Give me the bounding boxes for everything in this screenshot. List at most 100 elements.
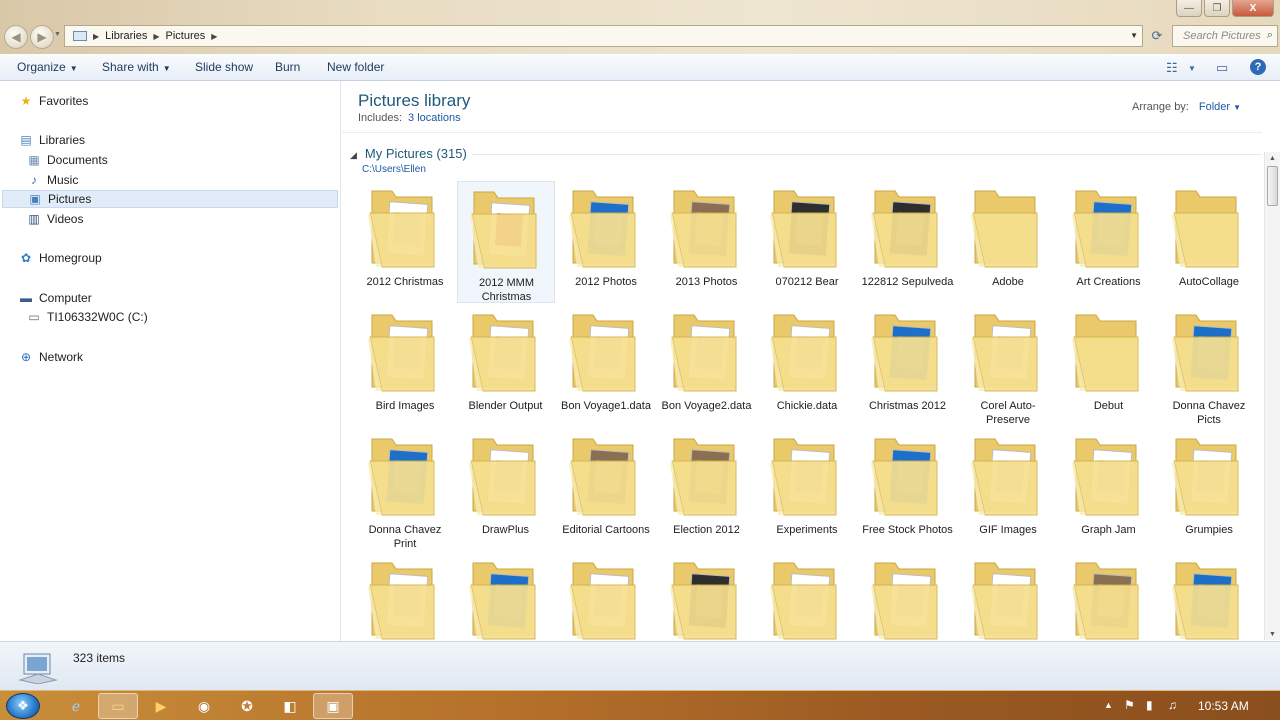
organize-label: Organize [17, 60, 66, 74]
breadcrumb-pictures[interactable]: Pictures [166, 30, 206, 42]
group-header[interactable]: ◢ My Pictures (315) [350, 146, 467, 161]
close-button[interactable]: X [1232, 0, 1274, 17]
folder-item[interactable]: Bon Voyage2.data [658, 305, 756, 427]
folder-icon [770, 314, 837, 392]
folder-item[interactable]: Blender Output [457, 305, 555, 427]
library-includes: Includes: 3 locations [358, 112, 461, 124]
show-hidden-icons-icon[interactable]: ▲ [1104, 700, 1113, 710]
nav-network[interactable]: ⊕ Network [18, 348, 83, 366]
view-dropdown-icon[interactable]: ▼ [1188, 64, 1196, 73]
clock[interactable]: 10:53 AM [1198, 699, 1249, 713]
forward-button[interactable]: ▶ [30, 25, 54, 49]
folder-item[interactable]: 2012 Christmas [356, 181, 454, 303]
folder-item[interactable]: DrawPlus [457, 429, 555, 551]
folder-label: Free Stock Photos [862, 524, 953, 536]
address-dropdown-icon[interactable]: ▼ [1130, 31, 1138, 40]
folder-label: Bon Voyage1.data [561, 400, 651, 412]
documents-icon: ▦ [28, 153, 40, 167]
folder-item[interactable]: 2013 Photos [658, 181, 756, 303]
preview-pane-icon[interactable]: ▭ [1216, 60, 1228, 76]
folder-item[interactable]: Bird Images [356, 305, 454, 427]
breadcrumb-separator[interactable]: ▶ [93, 32, 99, 41]
refresh-icon[interactable]: ⟳ [1146, 25, 1168, 47]
share-with-button[interactable]: Share with ▼ [102, 60, 171, 74]
breadcrumb-separator[interactable]: ▶ [211, 32, 217, 41]
folder-item[interactable]: 122812 Sepulveda [859, 181, 957, 303]
folder-label: Bird Images [375, 400, 435, 412]
action-center-icon[interactable]: ⚑ [1124, 698, 1135, 712]
chrome-icon[interactable]: ◉ [184, 693, 224, 719]
maximize-button[interactable]: ❐ [1204, 0, 1230, 17]
folder-item[interactable]: Debut [1060, 305, 1158, 427]
internet-explorer-icon[interactable]: ℯ [56, 693, 96, 719]
folder-item[interactable]: GIF Images [959, 429, 1057, 551]
minimize-button[interactable]: — [1176, 0, 1202, 17]
folder-item[interactable]: Adobe [959, 181, 1057, 303]
folder-item[interactable]: Art Creations [1060, 181, 1158, 303]
taskbar: ❖ ℯ ▭ ▶ ◉ ✪ ◧ ▣ ▲ ⚑ ▮ ♫ 10:53 AM [0, 690, 1280, 720]
view-options-icon[interactable]: ☷ [1166, 60, 1178, 76]
search-input[interactable]: Search Pictures ⌕ [1172, 25, 1278, 47]
network-status-icon[interactable]: ▮ [1146, 698, 1153, 712]
homegroup-icon: ✿ [20, 251, 32, 265]
folder-item[interactable]: Donna Chavez Print [356, 429, 454, 551]
slide-show-button[interactable]: Slide show [195, 60, 253, 74]
folder-icon [368, 562, 435, 640]
nav-libraries[interactable]: ▤ Libraries [18, 131, 85, 149]
nav-videos[interactable]: ▥ Videos [26, 210, 83, 228]
folder-item[interactable]: Free Stock Photos [859, 429, 957, 551]
new-folder-button[interactable]: New folder [327, 60, 384, 74]
folder-icon [669, 190, 736, 268]
nav-libraries-label: Libraries [39, 133, 86, 147]
breadcrumb-separator[interactable]: ▶ [153, 32, 159, 41]
help-icon[interactable]: ? [1250, 59, 1266, 75]
collapse-icon[interactable]: ◢ [350, 150, 357, 160]
folder-icon [770, 438, 837, 516]
folder-item[interactable]: Experiments [758, 429, 856, 551]
folder-item[interactable]: 2012 Photos [557, 181, 655, 303]
burn-button[interactable]: Burn [275, 60, 300, 74]
volume-icon[interactable]: ♫ [1168, 698, 1177, 712]
folder-item[interactable]: Christmas 2012 [859, 305, 957, 427]
scroll-up-icon[interactable]: ▲ [1269, 155, 1276, 162]
nav-computer[interactable]: ▬ Computer [18, 289, 92, 307]
locations-link[interactable]: 3 locations [408, 112, 461, 124]
start-button[interactable]: ❖ [6, 693, 40, 719]
folder-item[interactable]: Corel Auto-Preserve [959, 305, 1057, 427]
media-player-icon[interactable]: ▶ [141, 693, 181, 719]
folder-item[interactable]: 070212 Bear [758, 181, 856, 303]
videos-icon: ▥ [28, 212, 40, 226]
screen-recorder-icon[interactable]: ▣ [313, 693, 353, 719]
explorer-taskbar-button[interactable]: ▭ [98, 693, 138, 719]
folder-item[interactable]: AutoCollage [1160, 181, 1258, 303]
folder-item[interactable]: Election 2012 [658, 429, 756, 551]
folder-item[interactable]: Donna Chavez Picts [1160, 305, 1258, 427]
nav-drive-c[interactable]: ▭ TI106332W0C (C:) [26, 308, 147, 326]
scroll-thumb[interactable] [1267, 166, 1278, 206]
nav-documents[interactable]: ▦ Documents [26, 151, 107, 169]
library-icon: ▤ [20, 133, 32, 147]
organize-button[interactable]: Organize ▼ [17, 60, 78, 74]
group-divider [472, 154, 1262, 155]
back-button[interactable]: ◀ [4, 25, 28, 49]
nav-homegroup[interactable]: ✿ Homegroup [18, 249, 102, 267]
address-bar[interactable]: ▶ Libraries ▶ Pictures ▶ ▼ [64, 25, 1143, 47]
folder-item[interactable]: Grumpies [1160, 429, 1258, 551]
scrollbar[interactable]: ▲ ▼ [1264, 152, 1280, 640]
editor-icon[interactable]: ◧ [270, 693, 310, 719]
nav-pictures[interactable]: ▣ Pictures [2, 190, 338, 208]
folder-item[interactable]: Editorial Cartoons [557, 429, 655, 551]
recent-pages-dropdown[interactable]: ▼ [54, 31, 61, 38]
nav-music[interactable]: ♪ Music [26, 171, 78, 189]
breadcrumb-libraries[interactable]: Libraries [105, 30, 147, 42]
nav-favorites[interactable]: ★ Favorites [18, 92, 89, 110]
folder-item[interactable]: Chickie.data [758, 305, 856, 427]
app-icon[interactable]: ✪ [227, 693, 267, 719]
folder-item[interactable]: Graph Jam [1060, 429, 1158, 551]
folder-item[interactable]: 2012 MMM Christmas [456, 181, 555, 303]
search-icon[interactable]: ⌕ [1267, 29, 1273, 42]
folder-item[interactable]: Bon Voyage1.data [557, 305, 655, 427]
arrange-by-dropdown[interactable]: Folder ▼ [1199, 101, 1241, 113]
folder-label: Blender Output [468, 400, 543, 412]
scroll-down-icon[interactable]: ▼ [1269, 631, 1276, 638]
